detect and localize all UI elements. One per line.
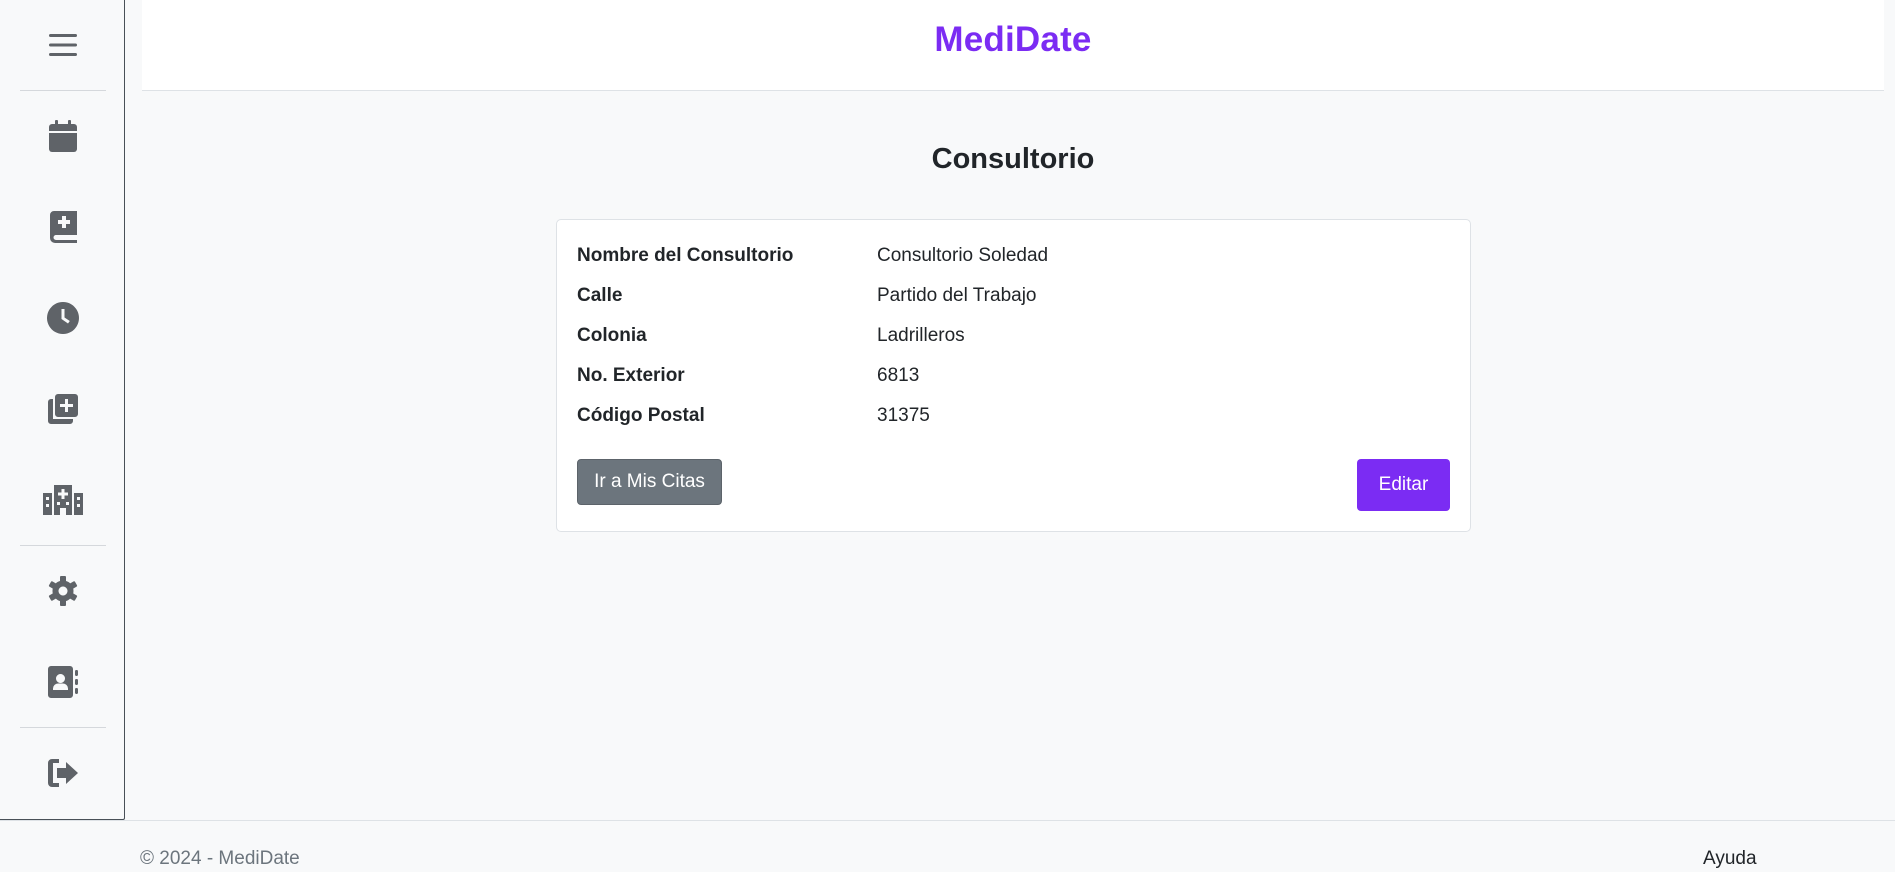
contact-book-icon [48, 666, 78, 698]
detail-row-street: Calle Partido del Trabajo [577, 276, 1048, 316]
clinic-details-table: Nombre del Consultorio Consultorio Soled… [577, 236, 1048, 436]
clock-icon [47, 302, 79, 334]
sidebar-item-medical-record[interactable] [20, 182, 106, 272]
sidebar-item-calendar[interactable] [20, 91, 106, 181]
sidebar-item-add-record[interactable] [20, 364, 106, 454]
detail-value: Partido del Trabajo [877, 285, 1037, 306]
sidebar-item-settings[interactable] [20, 546, 106, 636]
clinic-details-card: Nombre del Consultorio Consultorio Soled… [556, 219, 1471, 532]
top-header: MediDate [142, 0, 1884, 91]
detail-label: Calle [577, 285, 623, 306]
detail-value: 6813 [877, 365, 920, 386]
page-title: Consultorio [931, 143, 1095, 175]
detail-row-neighborhood: Colonia Ladrilleros [577, 316, 1048, 356]
detail-row-postal-code: Código Postal 31375 [577, 396, 1048, 436]
footer: © 2024 - MediDate Ayuda [0, 820, 1895, 872]
sidebar-item-contacts[interactable] [20, 637, 106, 727]
sidebar-item-logout[interactable] [20, 728, 106, 818]
detail-row-exterior-number: No. Exterior 6813 [577, 356, 1048, 396]
detail-label: Código Postal [577, 405, 705, 426]
brand-logo[interactable]: MediDate [142, 20, 1884, 60]
sidebar-item-clinic[interactable] [20, 455, 106, 545]
detail-value: 31375 [877, 405, 930, 426]
copyright-text: © 2024 - MediDate [140, 848, 300, 869]
detail-label: No. Exterior [577, 365, 685, 386]
detail-label: Nombre del Consultorio [577, 245, 794, 266]
sidebar-item-schedule[interactable] [20, 273, 106, 363]
logout-icon [48, 759, 78, 787]
detail-row-name: Nombre del Consultorio Consultorio Soled… [577, 236, 1048, 276]
sidebar [0, 0, 125, 820]
calendar-icon [49, 120, 77, 152]
sidebar-item-menu[interactable] [20, 0, 106, 90]
detail-value: Ladrilleros [877, 325, 965, 346]
hospital-icon [43, 485, 83, 515]
detail-value: Consultorio Soledad [877, 245, 1049, 266]
medical-book-icon [49, 211, 77, 243]
gear-icon [48, 576, 78, 606]
go-to-appointments-button[interactable]: Ir a Mis Citas [577, 459, 722, 505]
help-link[interactable]: Ayuda [1703, 848, 1757, 870]
menu-icon [49, 34, 77, 56]
add-copies-icon [48, 394, 78, 424]
detail-label: Colonia [577, 325, 647, 346]
edit-button[interactable]: Editar [1357, 459, 1450, 511]
